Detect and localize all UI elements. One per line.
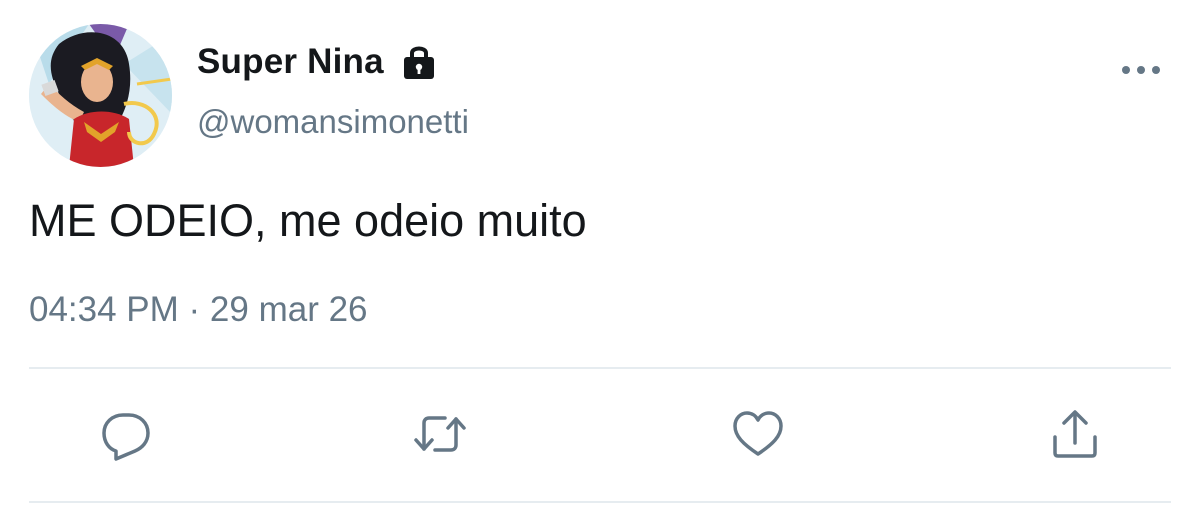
tweet-text: ME ODEIO, me odeio muito xyxy=(29,195,587,246)
more-options-icon[interactable] xyxy=(1118,60,1164,80)
share-icon xyxy=(1053,410,1097,458)
tweet-timestamp[interactable]: 04:34 PM · 29 mar 26 xyxy=(29,290,368,330)
user-handle[interactable]: @womansimonetti xyxy=(197,103,469,141)
display-name[interactable]: Super Nina xyxy=(197,42,384,82)
reply-button[interactable] xyxy=(96,404,156,464)
reply-icon xyxy=(102,413,150,461)
divider xyxy=(29,367,1171,369)
avatar-image xyxy=(29,24,172,167)
like-button[interactable] xyxy=(728,404,788,464)
retweet-icon xyxy=(414,416,466,452)
tweet-card: Super Nina @womansimonetti ME ODEIO, me … xyxy=(0,0,1200,519)
avatar[interactable] xyxy=(29,24,172,167)
share-button[interactable] xyxy=(1045,404,1105,464)
divider xyxy=(29,501,1171,503)
retweet-button[interactable] xyxy=(410,404,470,464)
heart-icon xyxy=(733,411,783,456)
lock-icon xyxy=(400,43,438,81)
display-name-row: Super Nina xyxy=(197,40,438,84)
